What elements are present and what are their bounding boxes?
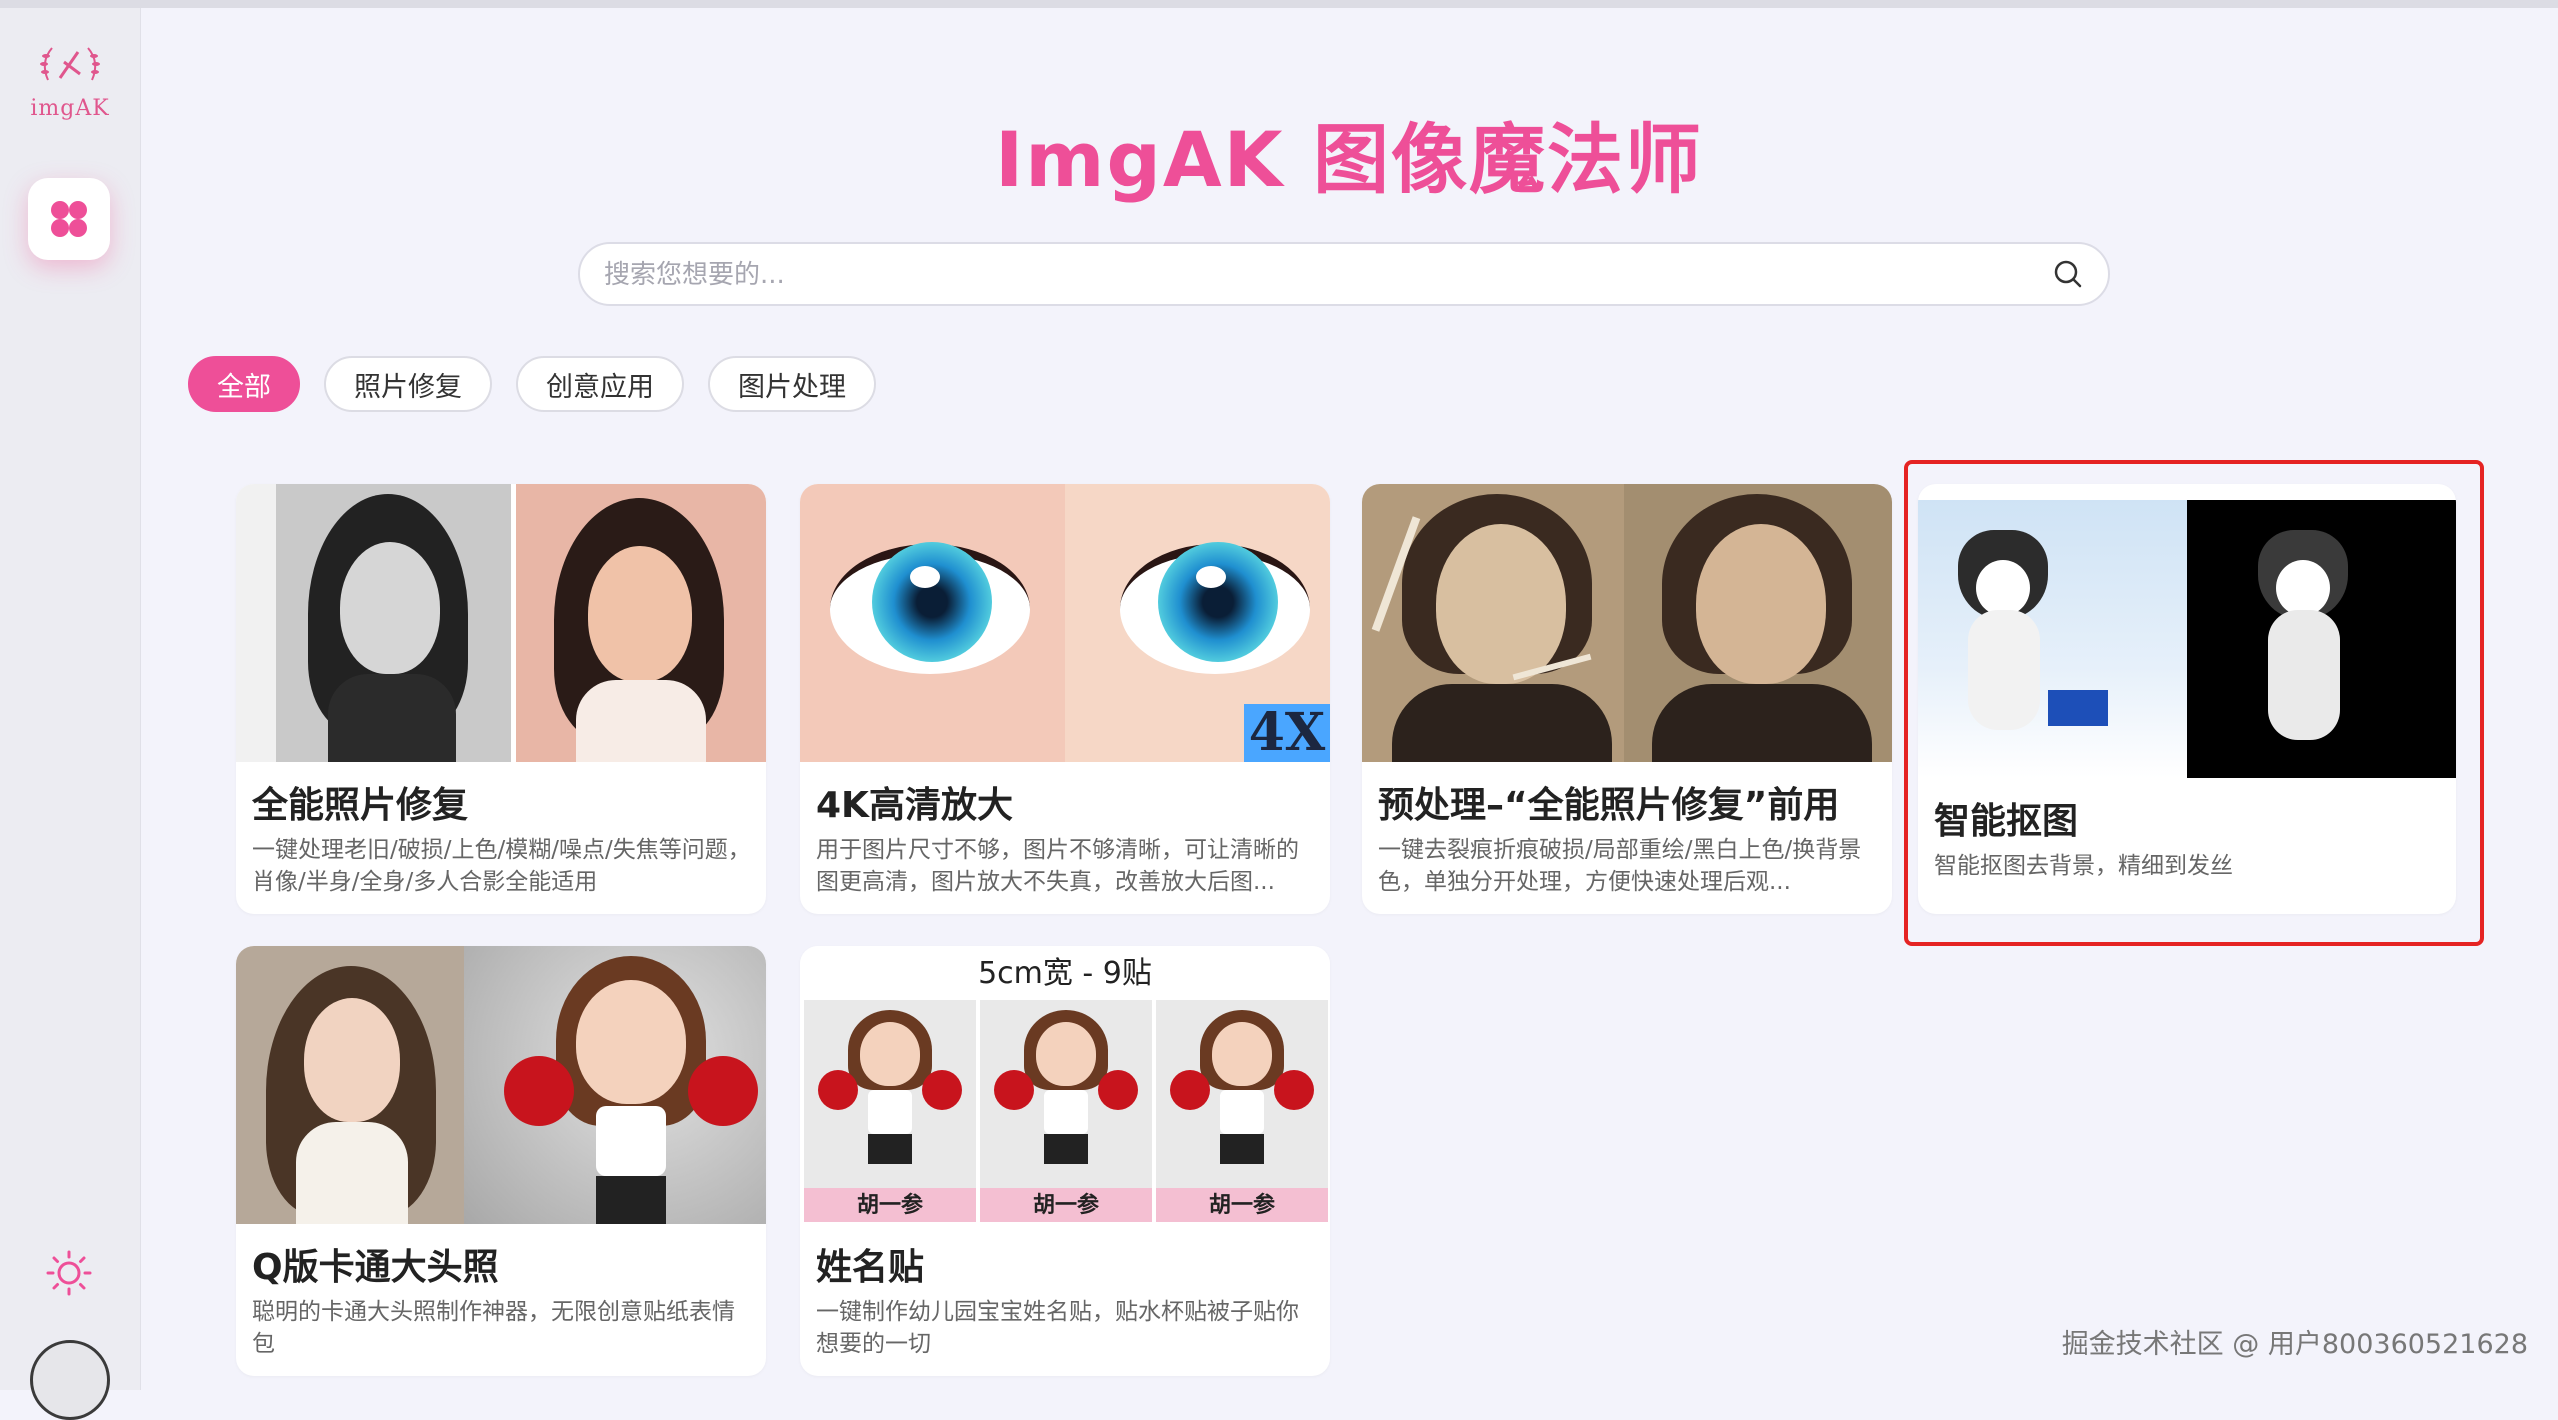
- tab-creative-apps[interactable]: 创意应用: [516, 356, 684, 412]
- card-name-sticker[interactable]: 5cm宽 - 9贴 胡一参 胡一参 胡一参 姓名贴 一键制作幼儿园宝宝姓名贴，贴…: [800, 946, 1330, 1376]
- card-description: 一键处理老旧/破损/上色/模糊/噪点/失焦等问题，肖像/半身/全身/多人合影全能…: [252, 837, 751, 895]
- card-image: 4X: [800, 484, 1330, 762]
- logo-text: imgAK: [30, 96, 110, 121]
- card-cartoon-avatar[interactable]: Q版卡通大头照 聪明的卡通大头照制作神器，无限创意贴纸表情包: [236, 946, 766, 1376]
- sticker-preview: 胡一参: [1156, 1000, 1328, 1222]
- highlight-box: [1904, 460, 2484, 946]
- card-title: Q版卡通大头照: [252, 1247, 499, 1288]
- sun-icon: [46, 1250, 92, 1296]
- sidebar: imgAK: [0, 8, 141, 1420]
- watermark-text: 掘金技术社区 @ 用户800360521628: [2061, 1329, 2528, 1360]
- card-image: [236, 484, 766, 762]
- page-title: ImgAK 图像魔法师: [994, 115, 1704, 204]
- card-description: 用于图片尺寸不够，图片不够清晰，可让清晰的图更高清，图片放大不失真，改善放大后图…: [816, 837, 1299, 895]
- search-input[interactable]: [602, 254, 2006, 296]
- card-image: [236, 946, 766, 1224]
- card-image: 5cm宽 - 9贴 胡一参 胡一参 胡一参: [800, 946, 1330, 1224]
- card-description: 聪明的卡通大头照制作神器，无限创意贴纸表情包: [252, 1299, 735, 1357]
- apps-grid-button[interactable]: [28, 178, 110, 260]
- sticker-preview: 胡一参: [804, 1000, 976, 1222]
- sticker-name-label: 胡一参: [980, 1188, 1152, 1222]
- sticker-name-label: 胡一参: [1156, 1188, 1328, 1222]
- tab-all[interactable]: 全部: [188, 356, 300, 412]
- sticker-name-label: 胡一参: [804, 1188, 976, 1222]
- card-description: 一键去裂痕折痕破损/局部重绘/黑白上色/换背景色，单独分开处理，方便快速处理后观…: [1378, 837, 1862, 895]
- 4x-badge: 4X: [1244, 704, 1330, 762]
- tab-image-processing[interactable]: 图片处理: [708, 356, 876, 412]
- theme-toggle-button[interactable]: [44, 1248, 94, 1298]
- sticker-sheet-header: 5cm宽 - 9贴: [978, 956, 1152, 991]
- window-top-border: [0, 0, 2558, 8]
- card-description: 一键制作幼儿园宝宝姓名贴，贴水杯贴被子贴你想要的一切: [816, 1299, 1299, 1357]
- card-title: 预处理–“全能照片修复”前用: [1378, 785, 1840, 826]
- card-title: 全能照片修复: [252, 785, 469, 826]
- card-preprocessing[interactable]: 预处理–“全能照片修复”前用 一键去裂痕折痕破损/局部重绘/黑白上色/换背景色，…: [1362, 484, 1892, 914]
- search-bar: [578, 242, 2110, 306]
- tab-photo-repair[interactable]: 照片修复: [324, 356, 492, 412]
- card-title: 4K高清放大: [816, 785, 1013, 826]
- card-image: [1362, 484, 1892, 762]
- app-logo[interactable]: imgAK: [20, 38, 120, 128]
- card-photo-repair[interactable]: 全能照片修复 一键处理老旧/破损/上色/模糊/噪点/失焦等问题，肖像/半身/全身…: [236, 484, 766, 914]
- search-icon[interactable]: [2052, 258, 2084, 290]
- laurel-logo-icon: [40, 47, 100, 81]
- apps-grid-icon: [51, 201, 87, 237]
- user-avatar[interactable]: [30, 1340, 110, 1420]
- card-title: 姓名贴: [816, 1247, 925, 1288]
- card-4k-upscale[interactable]: 4X 4K高清放大 用于图片尺寸不够，图片不够清晰，可让清晰的图更高清，图片放大…: [800, 484, 1330, 914]
- sticker-preview: 胡一参: [980, 1000, 1152, 1222]
